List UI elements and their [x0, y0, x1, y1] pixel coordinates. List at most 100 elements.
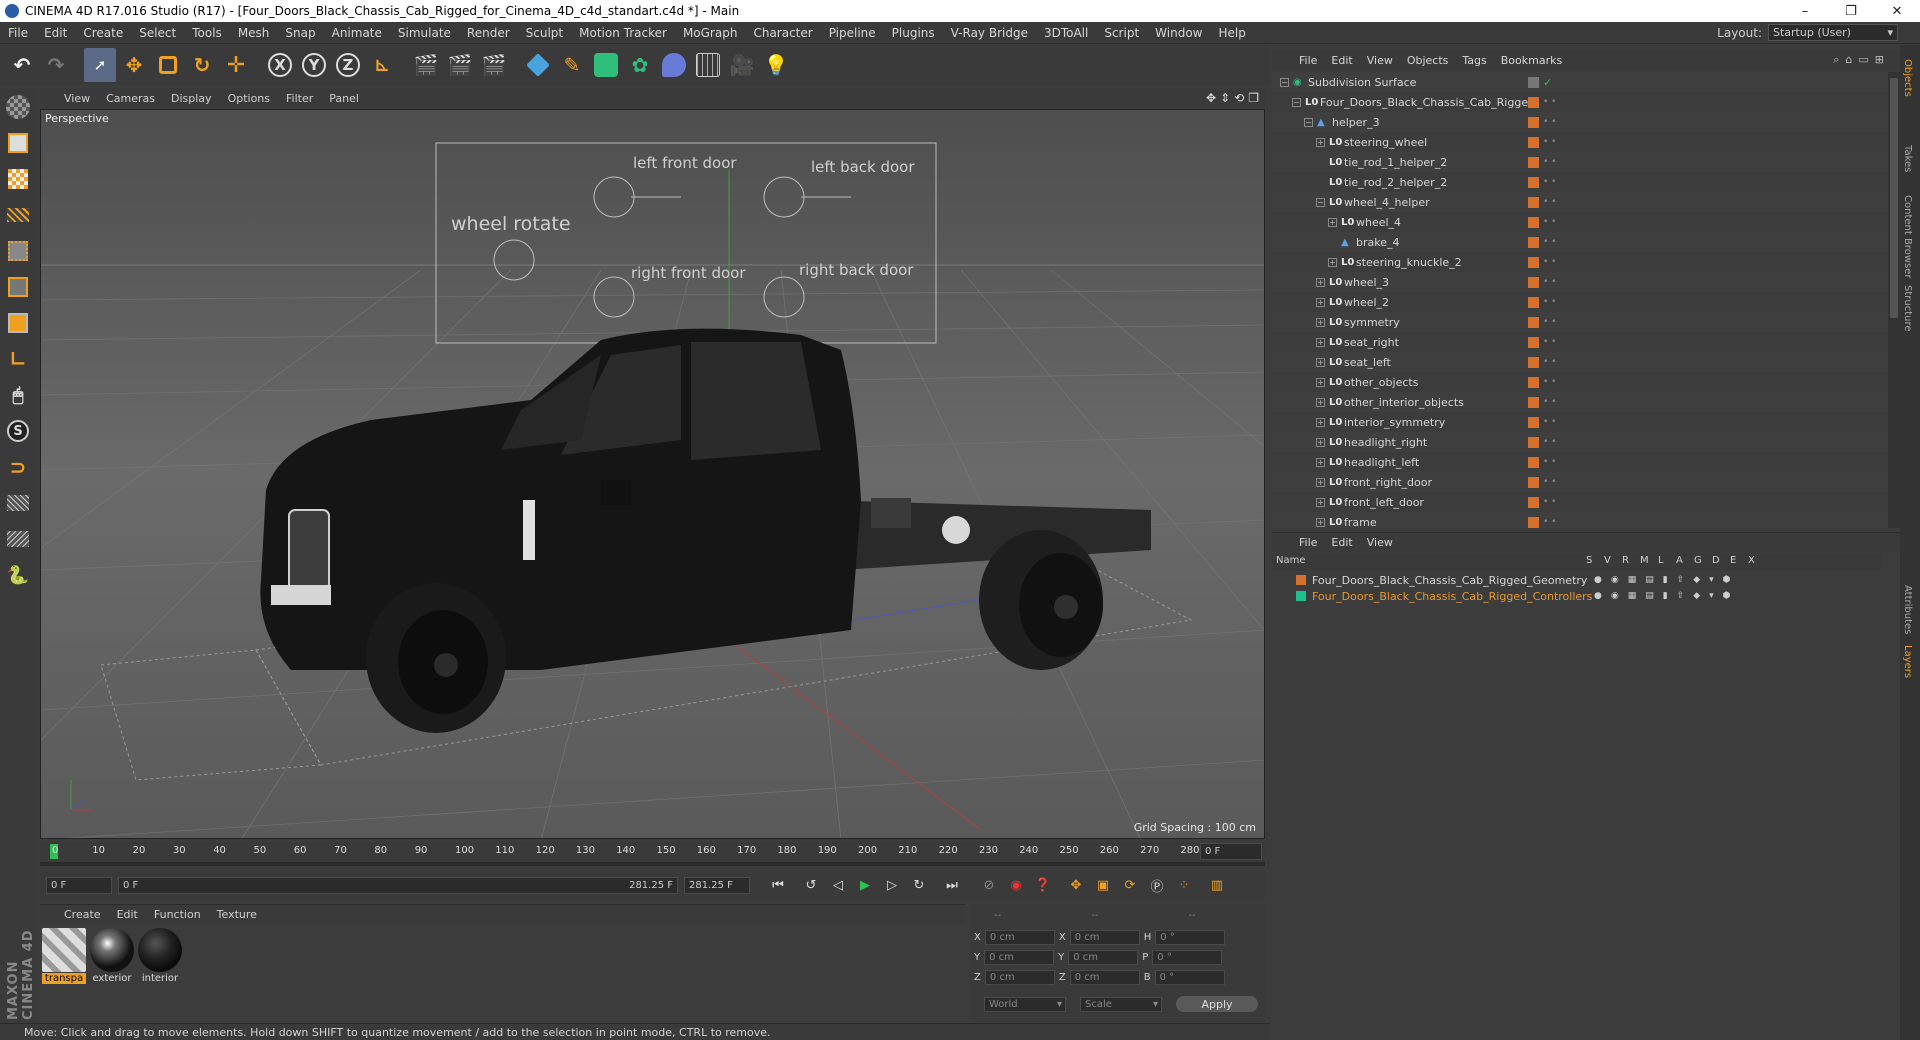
maximize-view-icon[interactable]: ❐ [1248, 91, 1259, 105]
layer-color-swatch[interactable] [1528, 456, 1539, 468]
apply-button[interactable]: Apply [1176, 996, 1258, 1012]
material-menu-texture[interactable]: Texture [209, 908, 265, 921]
object-row[interactable]: + L0 symmetry • • [1272, 312, 1888, 332]
maximize-icon[interactable]: ⊞ [1875, 53, 1884, 67]
menu-sculpt[interactable]: Sculpt [518, 26, 571, 40]
visibility-dots-icon[interactable]: • • [1543, 97, 1556, 106]
menu-pipeline[interactable]: Pipeline [821, 26, 884, 40]
layer-menu-view[interactable]: View [1360, 536, 1400, 549]
keyframe-selection-button[interactable]: ❓ [1031, 873, 1055, 897]
start-frame-field[interactable]: 0 F [46, 876, 112, 894]
edge-mode-button[interactable] [3, 272, 33, 302]
side-tab-layers[interactable]: Layers [1902, 645, 1913, 678]
add-deformer-button[interactable] [658, 48, 690, 82]
autokey-button[interactable]: ◉ [1004, 873, 1028, 897]
object-row[interactable]: + L0 seat_left • • [1272, 352, 1888, 372]
layer-color-swatch[interactable] [1528, 436, 1539, 448]
layer-color-swatch[interactable] [1528, 276, 1539, 288]
collapse-icon[interactable]: − [1316, 197, 1325, 207]
live-selection-button[interactable]: ➚ [84, 48, 116, 82]
visibility-dots-icon[interactable]: • • [1543, 357, 1556, 366]
visibility-dots-icon[interactable]: • • [1543, 157, 1556, 166]
layer-color-swatch[interactable] [1528, 316, 1539, 328]
object-menu-edit[interactable]: Edit [1324, 54, 1359, 67]
visibility-dots-icon[interactable]: • • [1543, 417, 1556, 426]
menu-render[interactable]: Render [459, 26, 518, 40]
layer-menu-edit[interactable]: Edit [1324, 536, 1359, 549]
timeline-layout-button[interactable]: ▥ [1205, 873, 1229, 897]
workplane-rotate-button[interactable] [3, 524, 33, 554]
object-row[interactable]: − ◉ Subdivision Surface ✓ [1272, 72, 1888, 92]
viewport-menu-display[interactable]: Display [163, 92, 220, 105]
object-row[interactable]: + L0 other_objects • • [1272, 372, 1888, 392]
visibility-dots-icon[interactable]: • • [1543, 277, 1556, 286]
visibility-dots-icon[interactable]: • • [1543, 437, 1556, 446]
x-axis-lock-button[interactable]: X [264, 48, 296, 82]
expand-icon[interactable]: + [1316, 457, 1325, 467]
menu-edit[interactable]: Edit [36, 26, 75, 40]
object-tree-scrollbar[interactable] [1888, 72, 1900, 528]
visibility-dots-icon[interactable]: • • [1543, 457, 1556, 466]
make-editable-button[interactable] [3, 92, 33, 122]
object-menu-tags[interactable]: Tags [1455, 54, 1493, 67]
object-row[interactable]: + L0 steering_knuckle_2 • • [1272, 252, 1888, 272]
position-y-field[interactable]: 0 cm [984, 950, 1055, 965]
menu-character[interactable]: Character [745, 26, 820, 40]
visibility-dots-icon[interactable]: • • [1543, 517, 1556, 526]
camera-label[interactable]: Perspective [45, 112, 109, 125]
expand-icon[interactable]: + [1316, 397, 1325, 407]
layer-toggle-icons[interactable]: ●◉▦▤▮⇧◆▾⬢ [1594, 575, 1740, 585]
menu-plugins[interactable]: Plugins [884, 26, 943, 40]
viewport-menu-filter[interactable]: Filter [278, 92, 321, 105]
viewport-perspective[interactable]: left front door left back door wheel rot… [40, 109, 1265, 839]
layer-color-swatch[interactable] [1296, 575, 1306, 585]
recent-tools-button[interactable]: ✛ [220, 48, 252, 82]
rotation-h-field[interactable]: 0 ° [1155, 930, 1226, 945]
add-generator-button[interactable] [590, 48, 622, 82]
expand-icon[interactable]: + [1316, 497, 1325, 507]
side-tab-content-browser[interactable]: Content Browser [1902, 195, 1913, 278]
object-row[interactable]: − L0 wheel_4_helper • • [1272, 192, 1888, 212]
menu-help[interactable]: Help [1210, 26, 1253, 40]
layer-color-swatch[interactable] [1528, 376, 1539, 388]
object-row[interactable]: ▲ brake_4 • • [1272, 232, 1888, 252]
viewport-menu-options[interactable]: Options [220, 92, 278, 105]
position-z-field[interactable]: 0 cm [984, 970, 1055, 985]
point-mode-button[interactable] [3, 236, 33, 266]
material-menu-edit[interactable]: Edit [109, 908, 146, 921]
material-menu-create[interactable]: Create [56, 908, 109, 921]
visibility-dots-icon[interactable]: • • [1543, 217, 1556, 226]
material-swatch-transpa[interactable]: transpa [42, 928, 86, 984]
key-rotation-button[interactable]: ⟳ [1118, 873, 1142, 897]
expand-icon[interactable]: + [1316, 297, 1325, 307]
visibility-dots-icon[interactable]: • • [1543, 317, 1556, 326]
render-view-button[interactable]: 🎬 [410, 48, 442, 82]
menu-create[interactable]: Create [75, 26, 131, 40]
coordinate-system-button[interactable]: ⊾ [366, 48, 398, 82]
timeline-scroll[interactable] [40, 862, 1265, 866]
menu-animate[interactable]: Animate [324, 26, 390, 40]
key-scale-button[interactable]: ▣ [1091, 873, 1115, 897]
expand-icon[interactable]: + [1316, 477, 1325, 487]
visibility-dots-icon[interactable]: • • [1543, 237, 1556, 246]
y-axis-lock-button[interactable]: Y [298, 48, 330, 82]
timeline-ruler[interactable]: 0 10 20 30 40 50 60 70 80 90 100 110 120 130 140 150 160… [40, 842, 1265, 862]
object-row[interactable]: − ▲ helper_3 • • [1272, 112, 1888, 132]
new-window-icon[interactable]: ▭ [1858, 53, 1868, 67]
object-menu-file[interactable]: File [1292, 54, 1324, 67]
add-floor-button[interactable] [692, 48, 724, 82]
visibility-dots-icon[interactable]: • • [1543, 377, 1556, 386]
size-z-field[interactable]: 0 cm [1069, 970, 1140, 985]
tweak-mode-button[interactable]: 🖱 [3, 380, 33, 410]
go-to-start-button[interactable]: ⏮ [766, 873, 790, 897]
visibility-dots-icon[interactable]: • • [1543, 177, 1556, 186]
visibility-dots-icon[interactable]: • • [1543, 397, 1556, 406]
layer-color-swatch[interactable] [1528, 336, 1539, 348]
material-swatch-exterior[interactable]: exterior [90, 928, 134, 984]
size-y-field[interactable]: 0 cm [1068, 950, 1139, 965]
visibility-dots-icon[interactable]: ✓ [1543, 77, 1552, 88]
visibility-dots-icon[interactable]: • • [1543, 297, 1556, 306]
object-row[interactable]: + L0 other_interior_objects • • [1272, 392, 1888, 412]
collapse-icon[interactable]: − [1280, 77, 1289, 87]
scale-tool-button[interactable] [152, 48, 184, 82]
